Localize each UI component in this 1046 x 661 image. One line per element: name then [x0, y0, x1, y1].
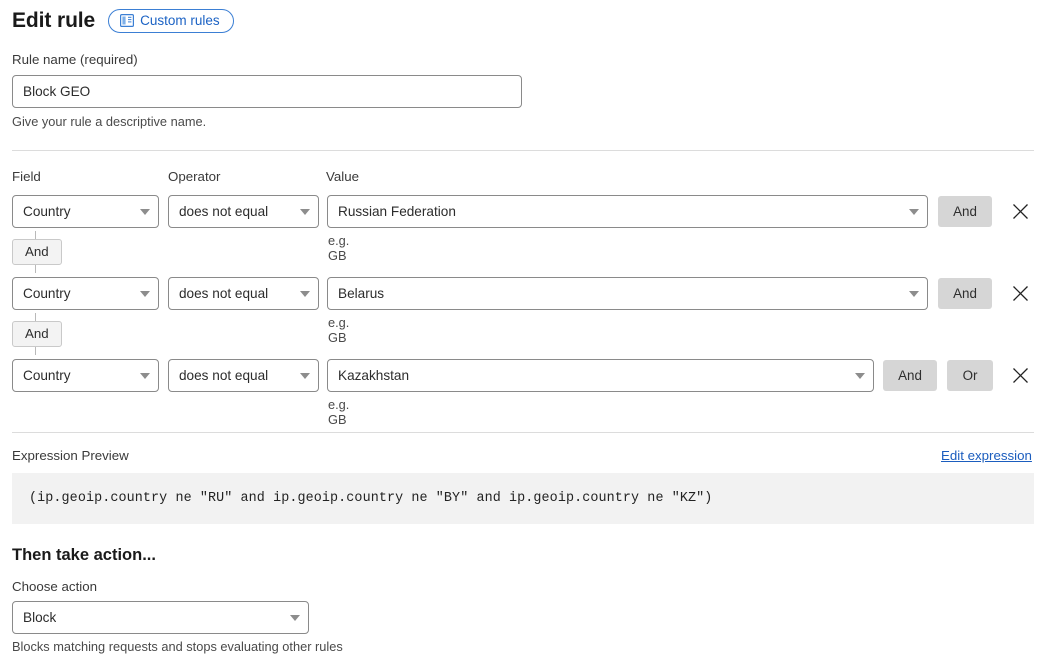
column-header-value: Value	[326, 169, 360, 184]
remove-condition-button-1[interactable]	[1007, 280, 1033, 306]
field-select-value: Country	[23, 204, 71, 219]
chevron-down-icon	[855, 372, 865, 379]
column-header-operator: Operator	[168, 169, 221, 184]
value-select-value: Russian Federation	[338, 204, 456, 219]
choose-action-label: Choose action	[12, 579, 98, 594]
expression-preview-box: (ip.geoip.country ne "RU" and ip.geoip.c…	[12, 473, 1034, 524]
remove-condition-button-0[interactable]	[1007, 198, 1033, 224]
close-icon	[1012, 285, 1028, 301]
value-select-value: Belarus	[338, 286, 385, 301]
field-select-2[interactable]: Country	[12, 359, 159, 392]
connector-line-top	[35, 231, 36, 239]
connector-and-0[interactable]: And	[12, 231, 62, 273]
chevron-down-icon	[290, 614, 300, 621]
chevron-down-icon	[909, 208, 919, 215]
section-divider-bottom	[12, 432, 1034, 433]
field-select-1[interactable]: Country	[12, 277, 159, 310]
or-button-2[interactable]: Or	[947, 360, 993, 391]
connector-line-bottom	[35, 347, 36, 355]
close-icon	[1012, 203, 1028, 219]
expression-text: (ip.geoip.country ne "RU" and ip.geoip.c…	[29, 491, 713, 506]
chevron-down-icon	[300, 372, 310, 379]
rule-name-hint: Give your rule a descriptive name.	[12, 114, 207, 129]
column-header-field: Field	[12, 169, 41, 184]
value-select-1[interactable]: Belarus	[327, 277, 928, 310]
chevron-down-icon	[140, 290, 150, 297]
value-hint-1: e.g. GB	[328, 315, 350, 345]
action-hint: Blocks matching requests and stops evalu…	[12, 639, 343, 654]
and-button-1[interactable]: And	[938, 278, 992, 309]
action-select-value: Block	[23, 610, 57, 625]
and-button-2[interactable]: And	[883, 360, 937, 391]
operator-select-2[interactable]: does not equal	[168, 359, 319, 392]
operator-select-value: does not equal	[179, 286, 269, 301]
page-title: Edit rule	[12, 9, 96, 32]
field-select-value: Country	[23, 286, 71, 301]
field-select-value: Country	[23, 368, 71, 383]
value-select-0[interactable]: Russian Federation	[327, 195, 928, 228]
operator-select-value: does not equal	[179, 204, 269, 219]
remove-condition-button-2[interactable]	[1007, 362, 1033, 388]
rule-name-label: Rule name (required)	[12, 52, 138, 67]
connector-and-1[interactable]: And	[12, 313, 62, 355]
chevron-down-icon	[300, 208, 310, 215]
badge-label: Custom rules	[140, 13, 220, 28]
connector-line-bottom	[35, 265, 36, 273]
operator-select-1[interactable]: does not equal	[168, 277, 319, 310]
edit-rule-page: Edit rule Custom rules Rule name (requir…	[0, 0, 1046, 661]
section-divider-top	[12, 150, 1034, 151]
custom-rules-badge[interactable]: Custom rules	[108, 9, 234, 33]
operator-select-value: does not equal	[179, 368, 269, 383]
connector-line-top	[35, 313, 36, 321]
edit-expression-link[interactable]: Edit expression	[941, 448, 1032, 463]
value-select-value: Kazakhstan	[338, 368, 410, 383]
close-icon	[1012, 367, 1028, 383]
chevron-down-icon	[300, 290, 310, 297]
value-select-2[interactable]: Kazakhstan	[327, 359, 874, 392]
then-take-action-title: Then take action...	[12, 546, 156, 564]
connector-label: And	[12, 321, 62, 347]
field-select-0[interactable]: Country	[12, 195, 159, 228]
expression-preview-label: Expression Preview	[12, 448, 129, 463]
operator-select-0[interactable]: does not equal	[168, 195, 319, 228]
action-select[interactable]: Block	[12, 601, 309, 634]
value-hint-2: e.g. GB	[328, 397, 350, 427]
and-button-0[interactable]: And	[938, 196, 992, 227]
rule-name-value: Block GEO	[23, 84, 91, 99]
book-icon	[120, 14, 135, 27]
chevron-down-icon	[140, 372, 150, 379]
rule-name-input[interactable]: Block GEO	[12, 75, 522, 108]
chevron-down-icon	[909, 290, 919, 297]
value-hint-0: e.g. GB	[328, 233, 350, 263]
chevron-down-icon	[140, 208, 150, 215]
page-header: Edit rule Custom rules	[12, 8, 234, 34]
connector-label: And	[12, 239, 62, 265]
